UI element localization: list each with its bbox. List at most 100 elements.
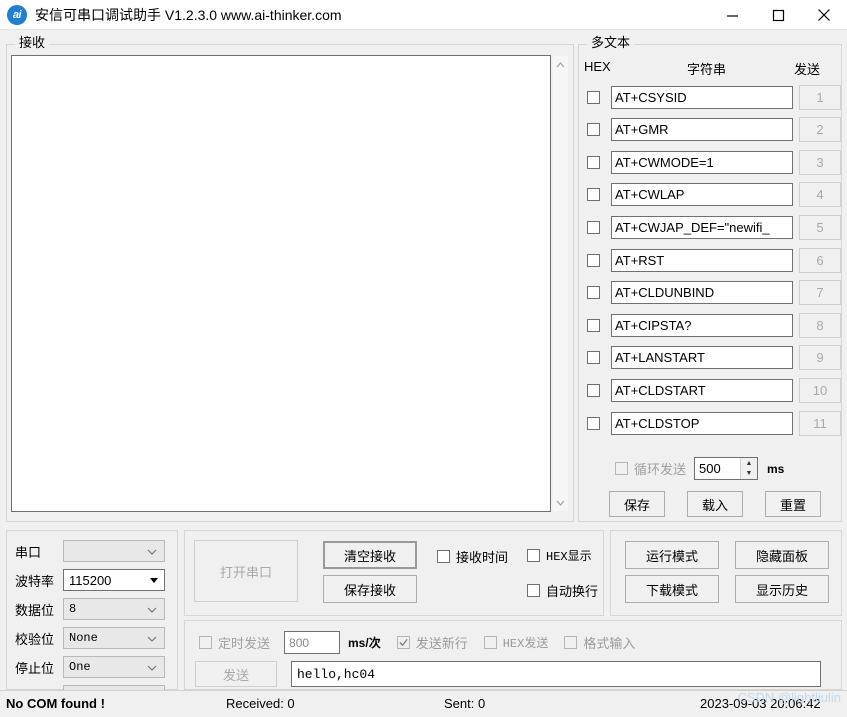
close-icon <box>818 9 830 21</box>
command-input[interactable] <box>611 85 793 109</box>
send-slot-button[interactable]: 6 <box>799 247 841 273</box>
port-select[interactable] <box>63 540 165 562</box>
command-input[interactable] <box>611 281 793 305</box>
send-slot-button[interactable]: 3 <box>799 149 841 175</box>
send-slot-button[interactable]: 11 <box>799 410 841 436</box>
send-slot-button[interactable]: 1 <box>799 84 841 110</box>
hex-checkbox[interactable] <box>587 220 600 234</box>
send-input[interactable] <box>291 661 821 687</box>
hex-checkbox[interactable] <box>587 416 600 430</box>
timed-send-checkbox[interactable]: 定时发送 <box>199 633 270 652</box>
hex-checkbox[interactable] <box>587 383 600 397</box>
command-input[interactable] <box>611 150 793 174</box>
hex-checkbox[interactable] <box>587 123 600 137</box>
window-controls <box>709 0 847 30</box>
stepper-down-icon[interactable]: ▼ <box>741 469 757 480</box>
minimize-icon <box>726 14 738 17</box>
hex-send-label: HEX发送 <box>502 637 549 651</box>
download-mode-button[interactable]: 下载模式 <box>625 575 719 603</box>
timed-interval-input[interactable] <box>284 631 341 654</box>
checkbox-box <box>527 549 540 562</box>
send-slot-button[interactable]: 10 <box>799 377 841 403</box>
command-input[interactable] <box>611 183 793 207</box>
clear-receive-button[interactable]: 清空接收 <box>323 541 417 569</box>
command-input[interactable] <box>611 411 793 435</box>
databits-select[interactable]: 8 <box>63 598 165 620</box>
command-input[interactable] <box>611 313 793 337</box>
hex-checkbox[interactable] <box>587 90 600 104</box>
send-slot-button[interactable]: 7 <box>799 280 841 306</box>
command-input[interactable] <box>611 248 793 272</box>
command-input[interactable] <box>611 118 793 142</box>
maximize-button[interactable] <box>755 0 801 30</box>
multitext-row: 6 <box>579 244 841 276</box>
loop-interval-input[interactable] <box>695 460 741 477</box>
receive-textarea[interactable] <box>12 56 550 511</box>
hex-checkbox[interactable] <box>587 318 600 332</box>
auto-wrap-label: 自动换行 <box>546 584 599 599</box>
send-button[interactable]: 发送 <box>195 661 277 687</box>
hex-checkbox[interactable] <box>587 188 600 202</box>
checkbox-box <box>527 584 540 597</box>
send-slot-button[interactable]: 5 <box>799 214 841 240</box>
format-input-label: 格式输入 <box>583 636 636 651</box>
multitext-row: 11 <box>579 407 841 439</box>
parity-label: 校验位 <box>15 631 55 647</box>
multitext-row: 8 <box>579 309 841 341</box>
hex-checkbox[interactable] <box>587 351 600 365</box>
setting-row-stopbits: 停止位 One <box>15 655 171 679</box>
format-input-checkbox[interactable]: 格式输入 <box>564 633 635 652</box>
save-button[interactable]: 保存 <box>609 491 665 517</box>
checkbox-box <box>564 636 578 649</box>
parity-select[interactable]: None <box>63 627 165 649</box>
close-button[interactable] <box>801 0 847 30</box>
auto-wrap-checkbox[interactable]: 自动换行 <box>527 581 598 600</box>
hex-send-checkbox[interactable]: HEX发送 <box>483 634 549 651</box>
send-slot-button[interactable]: 9 <box>799 345 841 371</box>
command-input[interactable] <box>611 215 793 239</box>
setting-row-databits: 数据位 8 <box>15 597 171 621</box>
minimize-button[interactable] <box>709 0 755 30</box>
multitext-row: 3 <box>579 146 841 178</box>
send-slot-button[interactable]: 8 <box>799 312 841 338</box>
reset-button[interactable]: 重置 <box>765 491 821 517</box>
chevron-down-icon[interactable] <box>553 494 568 511</box>
stepper-up-icon[interactable]: ▲ <box>741 458 757 469</box>
setting-row-port: 串口 <box>15 539 171 563</box>
stopbits-select[interactable]: One <box>63 656 165 678</box>
loop-send-checkbox[interactable] <box>615 462 628 475</box>
save-receive-button[interactable]: 保存接收 <box>323 575 417 603</box>
hex-checkbox[interactable] <box>587 155 600 169</box>
send-slot-button[interactable]: 4 <box>799 182 841 208</box>
hex-checkbox[interactable] <box>587 253 600 267</box>
open-port-button[interactable]: 打开串口 <box>194 540 298 602</box>
hex-checkbox[interactable] <box>587 286 600 300</box>
receive-scrollbar[interactable] <box>552 55 569 512</box>
show-history-button[interactable]: 显示历史 <box>735 575 829 603</box>
baudrate-combo[interactable]: 115200 <box>63 569 165 591</box>
multitext-row: 1 <box>579 81 841 113</box>
multitext-panel: 多文本 HEX 字符串 发送 1 2 3 4 5 6 7 8 9 10 11 循环发送 ▲ ▼ ms… <box>578 36 842 522</box>
run-mode-button[interactable]: 运行模式 <box>625 541 719 569</box>
hex-display-checkbox[interactable]: HEX显示 <box>527 547 592 564</box>
load-button[interactable]: 载入 <box>687 491 743 517</box>
setting-row-parity: 校验位 None <box>15 626 171 650</box>
multitext-panel-label: 多文本 <box>587 36 635 50</box>
stepper-arrows[interactable]: ▲ ▼ <box>740 458 758 480</box>
status-bar: No COM found ! Received: 0 Sent: 0 2023-… <box>0 690 847 717</box>
command-input[interactable] <box>611 346 793 370</box>
send-slot-button[interactable]: 2 <box>799 117 841 143</box>
hide-panel-button[interactable]: 隐藏面板 <box>735 541 829 569</box>
chevron-up-icon[interactable] <box>553 56 568 73</box>
loop-unit-label: ms <box>767 461 785 476</box>
send-newline-checkbox[interactable]: 发送新行 <box>396 633 468 652</box>
dropdown-arrow-icon[interactable] <box>150 578 158 583</box>
loop-interval-stepper[interactable]: ▲ ▼ <box>694 457 759 480</box>
multitext-headers: HEX 字符串 发送 <box>579 59 841 77</box>
receive-time-checkbox[interactable]: 接收时间 <box>437 547 508 566</box>
multitext-row: 7 <box>579 277 841 309</box>
command-input[interactable] <box>611 378 793 402</box>
status-com: No COM found ! <box>6 696 105 711</box>
check-icon <box>399 638 408 647</box>
timed-send-label: 定时发送 <box>218 636 271 651</box>
